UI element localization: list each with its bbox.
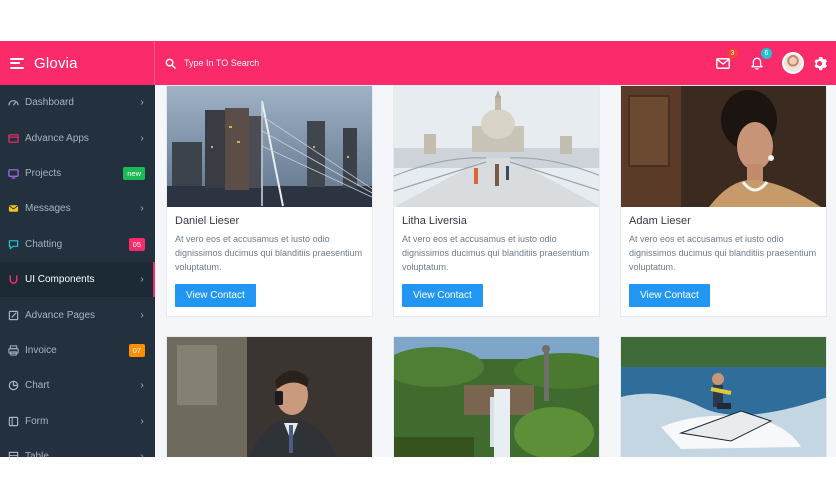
brand-name: Glovia: [34, 54, 78, 72]
sidebar-badge: 05: [128, 237, 145, 251]
search-input[interactable]: [184, 58, 384, 68]
chevron-right-icon: ›: [140, 97, 144, 109]
contact-description: At vero eos et accusamus et iusto odio d…: [402, 234, 590, 272]
hamburger-menu-icon[interactable]: [10, 57, 24, 69]
sidebar-item-label: Dashboard: [25, 97, 74, 109]
jetski-photo: [621, 337, 826, 457]
sidebar-item-label: Chart: [25, 380, 50, 392]
sidebar-item-invoice[interactable]: Invoice 07: [0, 333, 155, 368]
chart-icon: [8, 381, 19, 391]
top-actions: 3 6: [706, 48, 836, 74]
app-frame: Glovia 3 6 Dashboard › Advance Apps › Projec…: [0, 41, 836, 457]
top-bar: Glovia 3 6: [0, 41, 836, 85]
chevron-right-icon: ›: [140, 380, 144, 392]
contact-card: [393, 336, 600, 457]
view-contact-button[interactable]: View Contact: [175, 284, 256, 307]
sidebar-item-advance-apps[interactable]: Advance Apps ›: [0, 120, 155, 155]
cathedral-bridge-photo: [394, 86, 599, 207]
chevron-right-icon: ›: [140, 203, 144, 215]
mail-button[interactable]: 3: [715, 48, 738, 71]
sidebar-badge: new: [123, 166, 145, 180]
waterfall-statue-photo: [394, 337, 599, 457]
chevron-right-icon: ›: [140, 415, 144, 427]
contact-card: Litha Liversia At vero eos et accusamus …: [393, 85, 600, 317]
brand: Glovia: [0, 41, 155, 85]
mail-badge: 3: [727, 48, 738, 59]
search-icon: [165, 58, 176, 69]
messages-icon: [8, 205, 19, 213]
view-contact-button[interactable]: View Contact: [402, 284, 483, 307]
businessman-phone-photo: [167, 337, 372, 457]
contact-card: [166, 336, 373, 457]
sidebar-item-label: Table: [25, 451, 49, 457]
contact-card: Daniel Lieser At vero eos et accusamus e…: [166, 85, 373, 317]
sidebar-item-label: UI Components: [25, 274, 95, 286]
sidebar-item-label: Invoice: [25, 344, 57, 356]
projects-icon: [8, 169, 19, 179]
mail-icon: [716, 57, 730, 69]
settings-button[interactable]: [812, 55, 828, 71]
invoice-icon: [8, 345, 19, 356]
contact-description: At vero eos et accusamus et iusto odio d…: [175, 234, 363, 272]
chevron-right-icon: ›: [140, 132, 144, 144]
sidebar-badge: 07: [128, 343, 145, 357]
notification-badge: 6: [761, 48, 772, 59]
apps-icon: [8, 133, 19, 143]
sidebar-item-chatting[interactable]: Chatting 05: [0, 227, 155, 262]
sidebar: Dashboard › Advance Apps › Projects new Messag…: [0, 85, 155, 457]
search-bar: [165, 58, 706, 69]
sidebar-item-projects[interactable]: Projects new: [0, 156, 155, 191]
city-skyline-photo: [167, 86, 372, 207]
sidebar-item-messages[interactable]: Messages ›: [0, 191, 155, 226]
sidebar-item-label: Advance Apps: [25, 132, 89, 144]
chat-icon: [8, 239, 19, 249]
dashboard-icon: [8, 100, 19, 106]
contact-card: [620, 336, 827, 457]
sidebar-item-form[interactable]: Form ›: [0, 404, 155, 439]
woman-portrait-photo: [621, 86, 826, 207]
chevron-right-icon: ›: [140, 451, 144, 457]
chevron-right-icon: ›: [140, 309, 144, 321]
sidebar-item-label: Chatting: [25, 238, 63, 250]
contact-name: Daniel Lieser: [175, 215, 240, 227]
user-avatar[interactable]: [782, 52, 804, 74]
chevron-right-icon: ›: [140, 274, 144, 286]
sidebar-item-dashboard[interactable]: Dashboard ›: [0, 85, 155, 120]
form-icon: [8, 416, 19, 426]
contact-name: Adam Lieser: [629, 215, 691, 227]
sidebar-item-label: Form: [25, 415, 49, 427]
notification-button[interactable]: 6: [749, 48, 772, 71]
pages-icon: [8, 310, 19, 320]
sidebar-item-label: Projects: [25, 167, 62, 179]
view-contact-button[interactable]: View Contact: [629, 284, 710, 307]
table-icon: [8, 451, 19, 457]
sidebar-item-ui-components[interactable]: UI Components ›: [0, 261, 155, 298]
contact-description: At vero eos et accusamus et iusto odio d…: [629, 234, 817, 272]
sidebar-item-table[interactable]: Table ›: [0, 439, 155, 457]
ui-components-icon: [9, 275, 18, 284]
bell-icon: [751, 57, 763, 70]
sidebar-item-label: Advance Pages: [25, 309, 96, 321]
sidebar-item-chart[interactable]: Chart ›: [0, 368, 155, 403]
sidebar-item-advance-pages[interactable]: Advance Pages ›: [0, 297, 155, 332]
contact-grid: Daniel Lieser At vero eos et accusamus e…: [155, 85, 836, 457]
gear-icon: [814, 56, 827, 70]
contact-name: Litha Liversia: [402, 215, 467, 227]
contact-card: Adam Lieser At vero eos et accusamus et …: [620, 85, 827, 317]
sidebar-item-label: Messages: [25, 203, 71, 215]
